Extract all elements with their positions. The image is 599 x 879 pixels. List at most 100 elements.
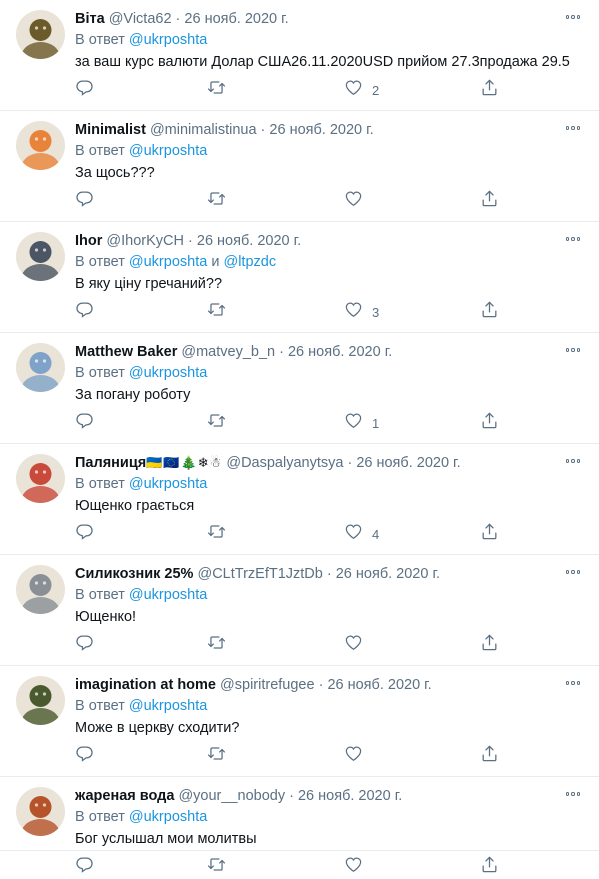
- display-name[interactable]: Віта: [75, 11, 105, 27]
- tweet[interactable]: Віта @Victa62 · 26 нояб. 2020 г. В ответ …: [0, 0, 599, 111]
- share-button[interactable]: [480, 523, 499, 545]
- tweet[interactable]: жареная вода @your__nobody · 26 нояб. 20…: [0, 777, 599, 873]
- reply-button[interactable]: [75, 301, 94, 323]
- avatar[interactable]: [16, 565, 65, 614]
- like-button[interactable]: 1: [344, 412, 379, 434]
- like-button[interactable]: [344, 745, 363, 767]
- mention-link[interactable]: @ukrposhta: [129, 143, 207, 159]
- display-name[interactable]: жареная вода: [75, 788, 174, 804]
- mention-link[interactable]: @ukrposhta: [129, 254, 207, 270]
- tweet-date[interactable]: 26 нояб. 2020 г.: [336, 566, 440, 582]
- mention-link[interactable]: @ukrposhta: [129, 476, 207, 492]
- tweet-actions: [75, 190, 505, 212]
- tweet[interactable]: Силикозник 25% @CLtTrzEfT1JztDb · 26 ноя…: [0, 555, 599, 666]
- display-name[interactable]: Matthew Baker: [75, 344, 177, 360]
- like-button[interactable]: 3: [344, 301, 379, 323]
- retweet-button[interactable]: [207, 79, 226, 101]
- mention-link[interactable]: @ukrposhta: [129, 587, 207, 603]
- like-button[interactable]: [344, 190, 363, 212]
- tweet-date[interactable]: 26 нояб. 2020 г.: [269, 122, 373, 138]
- reply-button[interactable]: [75, 523, 94, 545]
- tweet-actions: 3: [75, 301, 505, 323]
- more-options-icon[interactable]: [564, 787, 582, 801]
- tweet[interactable]: Паляниця🇺🇦🇪🇺🎄❄☃ @Daspalyanytsya · 26 ноя…: [0, 444, 599, 555]
- user-handle[interactable]: @your__nobody: [178, 788, 285, 804]
- retweet-button[interactable]: [207, 190, 226, 212]
- mention-link[interactable]: @ukrposhta: [129, 32, 207, 48]
- retweet-button[interactable]: [207, 856, 226, 878]
- retweet-button[interactable]: [207, 523, 226, 545]
- tweet-actions: 4: [75, 523, 505, 545]
- reply-prefix: В ответ: [75, 254, 125, 270]
- tweet-date[interactable]: 26 нояб. 2020 г.: [184, 11, 288, 27]
- avatar[interactable]: [16, 343, 65, 392]
- heart-icon: [344, 78, 363, 102]
- share-button[interactable]: [480, 745, 499, 767]
- share-button[interactable]: [480, 79, 499, 101]
- more-options-icon[interactable]: [564, 121, 582, 135]
- mention-link[interactable]: @ukrposhta: [129, 809, 207, 825]
- more-options-icon[interactable]: [564, 565, 582, 579]
- display-name[interactable]: Minimalist: [75, 122, 146, 138]
- avatar[interactable]: [16, 121, 65, 170]
- like-button[interactable]: [344, 856, 363, 878]
- tweet-date[interactable]: 26 нояб. 2020 г.: [298, 788, 402, 804]
- user-handle[interactable]: @matvey_b_n: [181, 344, 275, 360]
- like-button[interactable]: [344, 634, 363, 656]
- separator-dot: ·: [256, 122, 270, 138]
- reply-button[interactable]: [75, 745, 94, 767]
- tweet[interactable]: Minimalist @minimalistinua · 26 нояб. 20…: [0, 111, 599, 222]
- tweet-date[interactable]: 26 нояб. 2020 г.: [356, 455, 460, 471]
- more-options-icon[interactable]: [564, 454, 582, 468]
- user-handle[interactable]: @Daspalyanytsya: [226, 455, 343, 471]
- share-icon: [480, 522, 499, 546]
- user-handle[interactable]: @Victa62: [109, 11, 172, 27]
- share-button[interactable]: [480, 856, 499, 878]
- reply-button[interactable]: [75, 634, 94, 656]
- avatar[interactable]: [16, 787, 65, 836]
- retweet-button[interactable]: [207, 634, 226, 656]
- reply-button[interactable]: [75, 190, 94, 212]
- tweet[interactable]: Ihor @IhorKyCH · 26 нояб. 2020 г. В ответ…: [0, 222, 599, 333]
- share-button[interactable]: [480, 301, 499, 323]
- reply-icon: [75, 744, 94, 768]
- retweet-icon: [207, 744, 226, 768]
- retweet-button[interactable]: [207, 301, 226, 323]
- reply-button[interactable]: [75, 856, 94, 878]
- mention-link[interactable]: @ukrposhta: [129, 365, 207, 381]
- tweet-date[interactable]: 26 нояб. 2020 г.: [327, 677, 431, 693]
- avatar[interactable]: [16, 10, 65, 59]
- user-handle[interactable]: @minimalistinua: [150, 122, 257, 138]
- mention-link[interactable]: @ukrposhta: [129, 698, 207, 714]
- reply-prefix: В ответ: [75, 476, 125, 492]
- display-name[interactable]: Ihor: [75, 233, 102, 249]
- tweet-date[interactable]: 26 нояб. 2020 г.: [288, 344, 392, 360]
- like-button[interactable]: 4: [344, 523, 379, 545]
- user-handle[interactable]: @CLtTrzEfT1JztDb: [197, 566, 322, 582]
- user-handle[interactable]: @IhorKyCH: [106, 233, 184, 249]
- avatar[interactable]: [16, 232, 65, 281]
- retweet-button[interactable]: [207, 745, 226, 767]
- reply-button[interactable]: [75, 412, 94, 434]
- user-handle[interactable]: @spiritrefugee: [220, 677, 315, 693]
- avatar[interactable]: [16, 676, 65, 725]
- display-name[interactable]: Силикозник 25%: [75, 566, 193, 582]
- display-name[interactable]: Паляниця: [75, 455, 146, 471]
- display-name[interactable]: imagination at home: [75, 677, 216, 693]
- reply-button[interactable]: [75, 79, 94, 101]
- retweet-button[interactable]: [207, 412, 226, 434]
- like-button[interactable]: 2: [344, 79, 379, 101]
- share-button[interactable]: [480, 190, 499, 212]
- tweet[interactable]: imagination at home @spiritrefugee · 26 …: [0, 666, 599, 777]
- tweet-date[interactable]: 26 нояб. 2020 г.: [197, 233, 301, 249]
- mention-link[interactable]: @ltpzdc: [223, 254, 276, 270]
- avatar[interactable]: [16, 454, 65, 503]
- share-button[interactable]: [480, 412, 499, 434]
- more-options-icon[interactable]: [564, 10, 582, 24]
- more-options-icon[interactable]: [564, 343, 582, 357]
- more-options-icon[interactable]: [564, 676, 582, 690]
- tweet[interactable]: Matthew Baker @matvey_b_n · 26 нояб. 202…: [0, 333, 599, 444]
- share-button[interactable]: [480, 634, 499, 656]
- more-options-icon[interactable]: [564, 232, 582, 246]
- separator-dot: ·: [322, 566, 336, 582]
